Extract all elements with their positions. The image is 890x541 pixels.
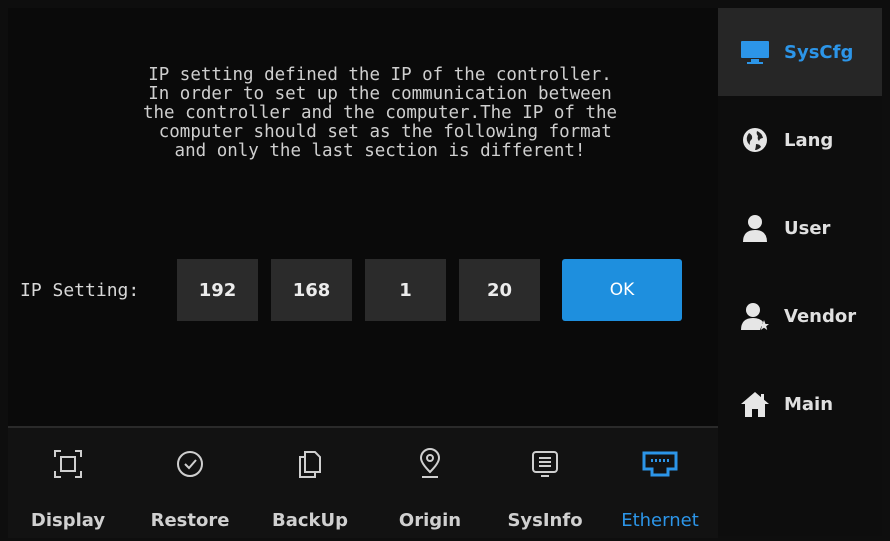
vendor-user-icon <box>738 301 772 331</box>
sidebar-item-lang[interactable]: Lang <box>718 96 882 184</box>
globe-icon <box>738 125 772 155</box>
ip-octet-4-field[interactable]: 20 <box>459 259 540 321</box>
sidebar-item-label: SysCfg <box>784 41 854 63</box>
bottom-tab-bar: Display Restore BackUp Origin SysInfo Et… <box>8 426 718 538</box>
tab-restore[interactable]: Restore <box>132 428 248 538</box>
display-frame-icon <box>53 444 83 484</box>
tab-ethernet[interactable]: Ethernet <box>602 428 718 538</box>
ip-octet-3-field[interactable]: 1 <box>365 259 446 321</box>
sidebar-item-label: Main <box>784 393 834 415</box>
user-icon <box>738 213 772 243</box>
sidebar: SysCfg Lang User Vendor Main <box>718 8 882 536</box>
tab-origin[interactable]: Origin <box>372 428 488 538</box>
device-screen: IP setting defined the IP of the control… <box>8 8 882 538</box>
main-panel: IP setting defined the IP of the control… <box>8 8 718 426</box>
tab-label: Display <box>30 510 106 531</box>
sidebar-item-label: Lang <box>784 129 834 151</box>
ip-setting-label: IP Setting: <box>20 279 140 301</box>
tab-sysinfo[interactable]: SysInfo <box>487 428 603 538</box>
home-icon <box>738 389 772 419</box>
tab-label: Origin <box>398 510 462 531</box>
ip-description-text: IP setting defined the IP of the control… <box>142 65 618 161</box>
clock-icon <box>175 444 205 484</box>
tab-label: Restore <box>150 510 230 531</box>
sidebar-item-syscfg[interactable]: SysCfg <box>718 8 882 96</box>
ip-setting-row: IP Setting: 192 168 1 20 OK <box>20 259 682 321</box>
sidebar-item-vendor[interactable]: Vendor <box>718 272 882 360</box>
sidebar-item-label: Vendor <box>784 305 857 327</box>
location-pin-icon <box>417 444 443 484</box>
sidebar-item-label: User <box>784 217 831 239</box>
tab-backup[interactable]: BackUp <box>252 428 368 538</box>
tab-label: Ethernet <box>621 510 699 531</box>
ethernet-port-icon <box>641 444 679 484</box>
info-list-icon <box>530 444 560 484</box>
ok-button[interactable]: OK <box>562 259 682 321</box>
ip-octet-2-field[interactable]: 168 <box>271 259 352 321</box>
monitor-icon <box>738 37 772 67</box>
sidebar-item-main[interactable]: Main <box>718 360 882 448</box>
tab-display[interactable]: Display <box>10 428 126 538</box>
sidebar-item-user[interactable]: User <box>718 184 882 272</box>
tab-label: SysInfo <box>507 510 583 531</box>
ip-octet-1-field[interactable]: 192 <box>177 259 258 321</box>
tab-label: BackUp <box>271 510 348 531</box>
copy-icon <box>297 444 323 484</box>
